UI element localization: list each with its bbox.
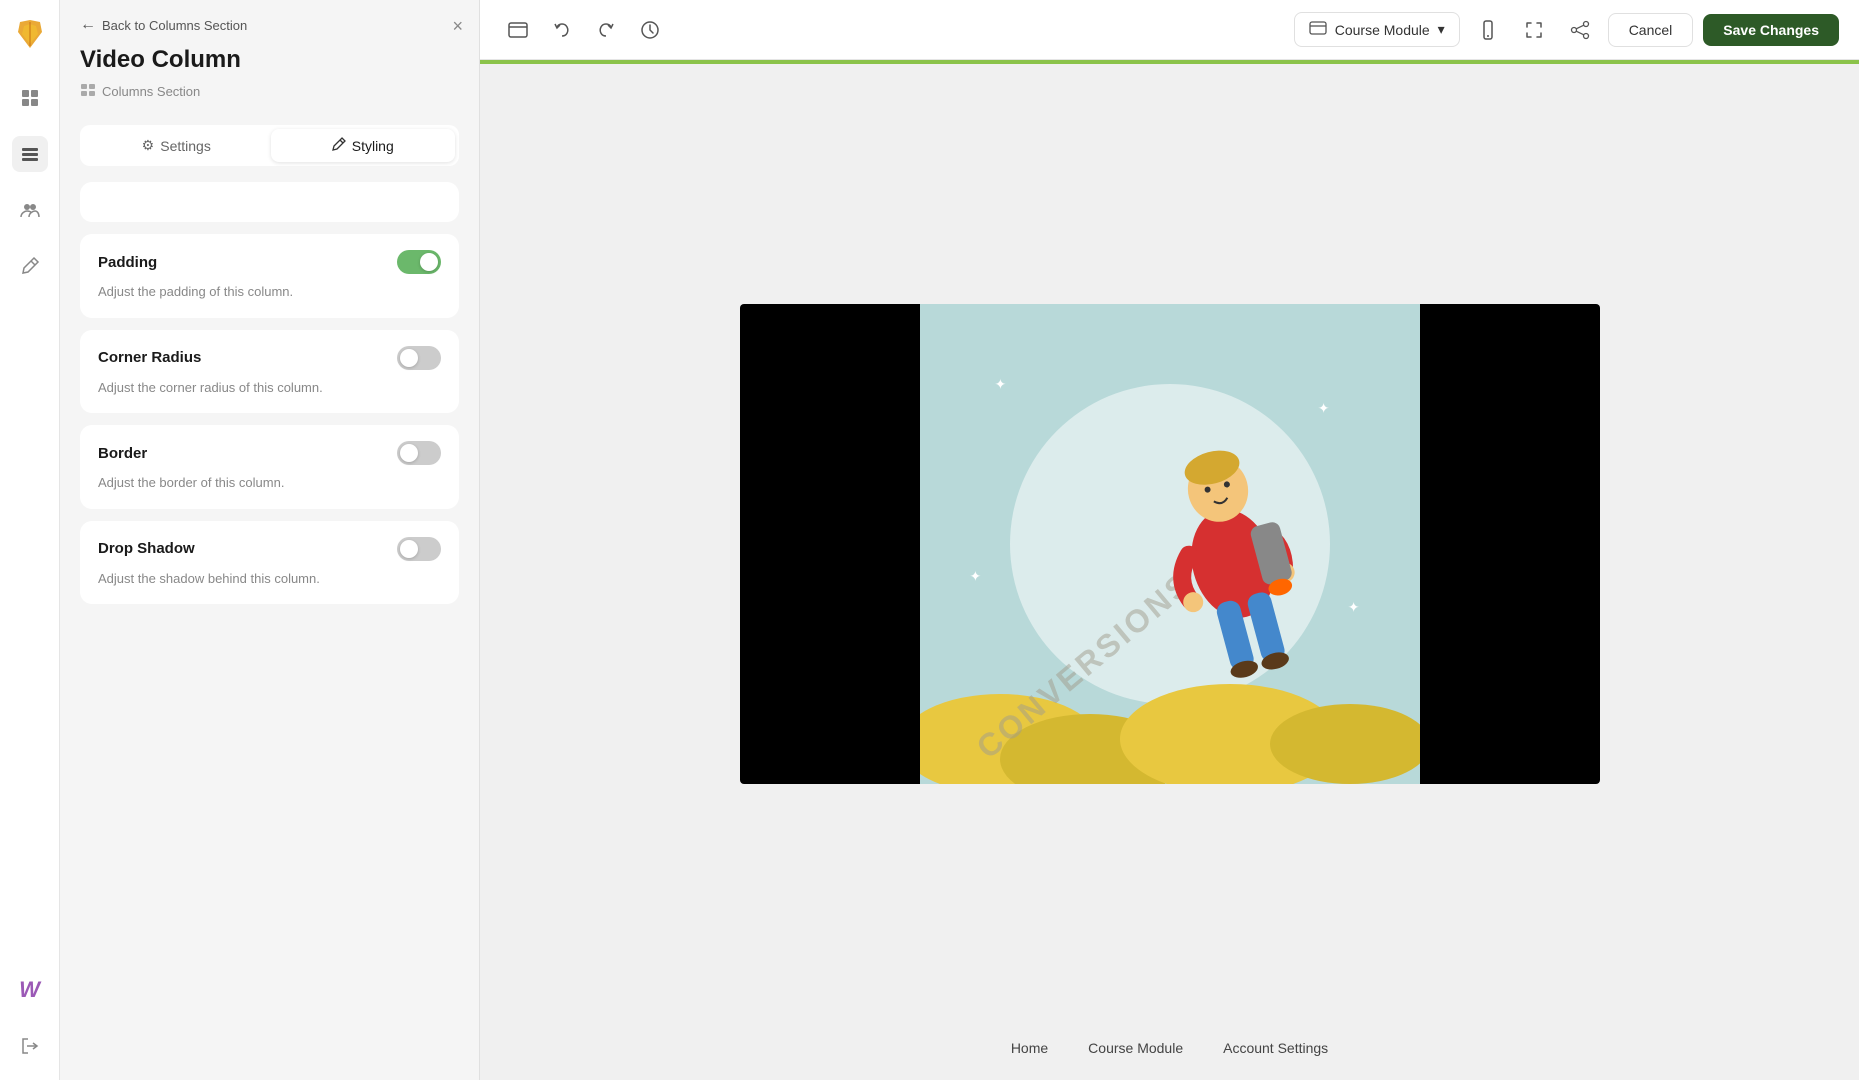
padding-title: Padding — [98, 254, 157, 271]
settings-tab-label: Settings — [160, 138, 211, 154]
toolbar-right: Course Module ▾ — [1294, 12, 1839, 48]
panel-title: Video Column — [80, 46, 241, 74]
corner-radius-desc: Adjust the corner radius of this column. — [98, 378, 441, 398]
layers-icon[interactable] — [12, 136, 48, 172]
app-logo — [12, 16, 48, 52]
back-link-label: Back to Columns Section — [102, 18, 247, 33]
icon-rail: W — [0, 0, 60, 1080]
back-arrow-icon: ← — [80, 16, 96, 34]
logout-icon[interactable] — [12, 1028, 48, 1064]
star-1: ✦ — [995, 376, 1007, 393]
setting-card-top — [80, 182, 459, 222]
close-button[interactable]: × — [452, 16, 463, 37]
side-panel: ← Back to Columns Section × Video Column… — [60, 0, 480, 1080]
canvas-content: ✦ ✦ ✦ ✦ CON — [480, 64, 1859, 1024]
tab-styling[interactable]: Styling — [271, 129, 456, 162]
border-row: Border — [98, 441, 441, 465]
corner-radius-row: Corner Radius — [98, 346, 441, 370]
video-preview: ✦ ✦ ✦ ✦ CON — [740, 304, 1600, 784]
redo-icon[interactable] — [588, 12, 624, 48]
module-selector[interactable]: Course Module ▾ — [1294, 12, 1460, 47]
star-2: ✦ — [1318, 400, 1330, 417]
expand-icon[interactable] — [1516, 12, 1552, 48]
main-area: Course Module ▾ — [480, 0, 1859, 1080]
module-icon — [1309, 19, 1327, 40]
undo-icon[interactable] — [544, 12, 580, 48]
padding-row: Padding — [98, 250, 441, 274]
drop-shadow-title: Drop Shadow — [98, 540, 195, 557]
setting-card-drop-shadow: Drop Shadow Adjust the shadow behind thi… — [80, 521, 459, 605]
layout-view-icon[interactable] — [500, 12, 536, 48]
people-icon[interactable] — [12, 192, 48, 228]
drop-shadow-row: Drop Shadow — [98, 537, 441, 561]
setting-card-padding: Padding Adjust the padding of this colum… — [80, 234, 459, 318]
save-button[interactable]: Save Changes — [1703, 14, 1839, 46]
module-chevron-icon: ▾ — [1438, 21, 1445, 38]
panel-title-row: Video Column — [80, 46, 459, 74]
w-brand-icon: W — [12, 972, 48, 1008]
panel-content: Padding Adjust the padding of this colum… — [60, 166, 479, 1080]
cloud-4 — [1270, 704, 1420, 784]
panel-header: ← Back to Columns Section × Video Column… — [60, 0, 479, 113]
star-4: ✦ — [970, 568, 982, 585]
nav-home[interactable]: Home — [1011, 1040, 1048, 1056]
drop-shadow-toggle[interactable] — [397, 537, 441, 561]
tab-settings[interactable]: ⚙ Settings — [84, 129, 269, 162]
styling-tab-label: Styling — [352, 138, 394, 154]
padding-toggle[interactable] — [397, 250, 441, 274]
toolbar-left — [500, 12, 1286, 48]
brush-icon[interactable] — [12, 248, 48, 284]
bottom-nav: Home Course Module Account Settings — [1011, 1024, 1328, 1080]
padding-desc: Adjust the padding of this column. — [98, 282, 441, 302]
canvas-area: ✦ ✦ ✦ ✦ CON — [480, 60, 1859, 1080]
nav-account-settings[interactable]: Account Settings — [1223, 1040, 1328, 1056]
border-desc: Adjust the border of this column. — [98, 473, 441, 493]
module-label: Course Module — [1335, 22, 1430, 38]
toolbar: Course Module ▾ — [480, 0, 1859, 60]
share-icon[interactable] — [1562, 12, 1598, 48]
section-label: Columns Section — [80, 82, 459, 101]
history-icon[interactable] — [632, 12, 668, 48]
setting-card-border: Border Adjust the border of this column. — [80, 425, 459, 509]
settings-tab-icon: ⚙ — [142, 137, 155, 154]
cancel-button[interactable]: Cancel — [1608, 13, 1694, 47]
corner-radius-toggle[interactable] — [397, 346, 441, 370]
border-title: Border — [98, 445, 147, 462]
mobile-view-icon[interactable] — [1470, 12, 1506, 48]
border-toggle[interactable] — [397, 441, 441, 465]
drop-shadow-desc: Adjust the shadow behind this column. — [98, 569, 441, 589]
video-black-left — [740, 304, 920, 784]
video-black-right — [1420, 304, 1600, 784]
corner-radius-title: Corner Radius — [98, 349, 201, 366]
tab-bar: ⚙ Settings Styling — [80, 125, 459, 166]
back-link[interactable]: ← Back to Columns Section — [80, 16, 459, 34]
video-main: ✦ ✦ ✦ ✦ CON — [920, 304, 1420, 784]
video-bg: ✦ ✦ ✦ ✦ CON — [920, 304, 1420, 784]
setting-card-corner-radius: Corner Radius Adjust the corner radius o… — [80, 330, 459, 414]
styling-tab-icon — [332, 137, 346, 154]
layout-icon[interactable] — [12, 80, 48, 116]
section-icon — [80, 82, 96, 101]
section-name-label: Columns Section — [102, 84, 200, 99]
nav-course-module[interactable]: Course Module — [1088, 1040, 1183, 1056]
